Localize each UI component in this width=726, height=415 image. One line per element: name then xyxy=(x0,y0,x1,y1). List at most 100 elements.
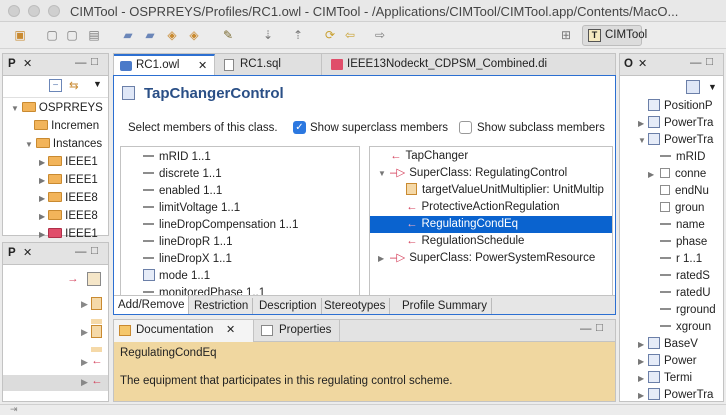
add-member-icon[interactable]: → xyxy=(67,273,79,285)
outline-item[interactable]: ▶ conne xyxy=(620,166,723,183)
expand-arrow-icon[interactable]: ▼ xyxy=(25,140,33,149)
tab-properties[interactable]: Properties xyxy=(255,320,340,342)
folder-icon[interactable]: ▰ xyxy=(120,27,136,43)
project-tree-item[interactable]: ▶ IEEE8 xyxy=(39,190,111,207)
tab-rc1-owl[interactable]: RC1.owl ✕ xyxy=(114,54,215,76)
collapsed-arrow-icon[interactable]: ▶ xyxy=(39,212,45,221)
selected-member-item[interactable]: ← RegulatingCondEq xyxy=(370,216,612,233)
close-icon[interactable]: ✕ xyxy=(198,59,207,72)
minimize-icon[interactable]: — xyxy=(580,323,592,335)
collapsed-arrow-icon[interactable]: ▶ xyxy=(378,250,384,267)
close-icon[interactable]: ✕ xyxy=(226,323,235,336)
search-icon[interactable] xyxy=(87,272,101,286)
selected-member-item[interactable]: ← TapChanger xyxy=(370,148,612,165)
save-icon[interactable]: ▢ xyxy=(44,27,60,43)
editor-page-tab[interactable]: Stereotypes xyxy=(320,298,391,314)
selected-member-item[interactable]: ← ProtectiveActionRegulation xyxy=(370,199,612,216)
available-member-item[interactable]: limitVoltage 1..1 xyxy=(143,200,358,217)
collapsed-row-marker[interactable]: ▶ xyxy=(81,357,88,368)
outline-item[interactable]: mRID xyxy=(620,149,723,166)
export-icon[interactable]: ◈ xyxy=(186,27,202,43)
available-member-item[interactable]: discrete 1..1 xyxy=(143,166,358,183)
outline-item[interactable]: ratedU xyxy=(620,285,723,302)
tools-icon[interactable]: ✎ xyxy=(220,27,236,43)
outline-item[interactable]: ▶ PowerTra xyxy=(620,387,723,404)
close-window-button[interactable] xyxy=(8,5,20,17)
project-tree-item[interactable]: ▶ IEEE1 xyxy=(39,154,111,171)
view-menu-icon[interactable]: ▼ xyxy=(708,82,717,92)
close-icon[interactable]: ✕ xyxy=(23,57,32,70)
forward-icon[interactable]: ⇨ xyxy=(372,27,388,43)
collapsed-arrow-icon[interactable]: ▶ xyxy=(638,115,644,132)
project-explorer-tab[interactable]: P ✕ — □ xyxy=(3,54,108,76)
project-tree-item[interactable]: ▶Incremen xyxy=(25,118,111,135)
import-icon[interactable]: ◈ xyxy=(164,27,180,43)
tab-documentation[interactable]: Documentation ✕ xyxy=(114,320,254,342)
show-superclass-label[interactable]: Show superclass members xyxy=(310,122,448,134)
editor-page-tab[interactable]: Restriction xyxy=(190,298,254,314)
maximize-icon[interactable]: □ xyxy=(596,322,603,334)
selected-member-item[interactable]: ← RegulationSchedule xyxy=(370,233,612,250)
collapsed-row-marker[interactable]: ▶ xyxy=(81,327,88,338)
outline-search-icon[interactable] xyxy=(686,80,700,94)
maximize-icon[interactable]: □ xyxy=(91,245,98,257)
folder-open-icon[interactable]: ▰ xyxy=(142,27,158,43)
close-icon[interactable]: ✕ xyxy=(638,57,647,70)
project-tree-item[interactable]: ▼ OSPRREYS xyxy=(11,100,111,117)
available-member-item[interactable]: lineDropX 1..1 xyxy=(143,251,358,268)
minimize-icon[interactable]: — xyxy=(75,57,87,69)
selected-member-item[interactable]: targetValueUnitMultiplier: UnitMultip xyxy=(370,182,612,199)
available-member-item[interactable]: enabled 1..1 xyxy=(143,183,358,200)
outline-item[interactable]: ▼ PowerTra xyxy=(620,132,723,149)
selected-members-list[interactable]: ← TapChanger ▼ –▷ SuperClass: RegulatingCont… xyxy=(369,146,613,297)
project-tree-item[interactable]: ▶ IEEE1 xyxy=(39,172,111,189)
tab-ieee13-diagram[interactable]: IEEE13Nodeckt_CDPSM_Combined.di xyxy=(323,54,608,76)
editor-page-tab[interactable]: Add/Remove xyxy=(114,296,190,314)
outline-item[interactable]: PositionP xyxy=(620,98,723,115)
prev-annotation-icon[interactable]: ⇡ xyxy=(290,27,306,43)
project-tree-item[interactable]: ▶ IEEE8 xyxy=(39,208,111,225)
new-icon[interactable]: ▣ xyxy=(12,27,28,43)
outline-item[interactable]: ▶ Power xyxy=(620,353,723,370)
outline-tab[interactable]: O ✕ — □ xyxy=(620,54,723,76)
collapse-all-icon[interactable]: − xyxy=(49,79,62,92)
close-icon[interactable]: ✕ xyxy=(23,246,32,259)
show-subclass-checkbox[interactable] xyxy=(459,121,472,134)
available-members-list[interactable]: mRID 1..1 discrete 1..1 enabled 1..1 limitV… xyxy=(120,146,360,297)
perspective-button[interactable]: T CIMTool xyxy=(582,25,647,46)
collapsed-row-marker[interactable]: ▶ xyxy=(81,377,88,388)
collapsed-arrow-icon[interactable]: ▶ xyxy=(638,336,644,353)
expand-arrow-icon[interactable]: ▼ xyxy=(638,132,646,149)
outline-item[interactable]: ▶ PowerTra xyxy=(620,115,723,132)
outline-item[interactable]: endNu xyxy=(620,183,723,200)
show-superclass-checkbox[interactable]: ✓ xyxy=(293,121,306,134)
expand-arrow-icon[interactable]: ▼ xyxy=(11,104,19,113)
outline-item[interactable]: name xyxy=(620,217,723,234)
save-all-icon[interactable]: ▢ xyxy=(64,27,80,43)
collapsed-arrow-icon[interactable]: ▶ xyxy=(638,370,644,387)
outline-item[interactable]: r 1..1 xyxy=(620,251,723,268)
editor-page-tab[interactable]: Profile Summary xyxy=(398,298,492,314)
collapsed-row-marker[interactable]: ▶ xyxy=(81,299,88,310)
available-member-item[interactable]: mode 1..1 xyxy=(143,268,358,285)
last-edit-icon[interactable]: ⟳ xyxy=(322,27,338,43)
tab-rc1-sql[interactable]: RC1.sql xyxy=(216,54,322,76)
project-tree-item[interactable]: ▶ IEEE1 xyxy=(39,226,111,243)
collapsed-arrow-icon[interactable]: ▶ xyxy=(648,166,654,183)
view-menu-icon[interactable]: ▼ xyxy=(93,79,102,89)
minimize-icon[interactable]: — xyxy=(690,57,702,69)
available-member-item[interactable]: lineDropCompensation 1..1 xyxy=(143,217,358,234)
expand-arrow-icon[interactable]: ▼ xyxy=(378,165,386,182)
editor-page-tab[interactable]: Description xyxy=(255,298,322,314)
back-icon[interactable]: ⇦ xyxy=(342,27,358,43)
zoom-window-button[interactable] xyxy=(48,5,60,17)
open-perspective-icon[interactable]: ⊞ xyxy=(558,27,574,43)
collapsed-arrow-icon[interactable]: ▶ xyxy=(39,158,45,167)
next-annotation-icon[interactable]: ⇣ xyxy=(260,27,276,43)
maximize-icon[interactable]: □ xyxy=(91,56,98,68)
outline-item[interactable]: phase xyxy=(620,234,723,251)
outline-item[interactable]: ▶ BaseV xyxy=(620,336,723,353)
outline-item[interactable]: rground xyxy=(620,302,723,319)
collapsed-arrow-icon[interactable]: ▶ xyxy=(638,353,644,370)
selected-member-item[interactable]: ▼ –▷ SuperClass: RegulatingControl xyxy=(370,165,612,182)
